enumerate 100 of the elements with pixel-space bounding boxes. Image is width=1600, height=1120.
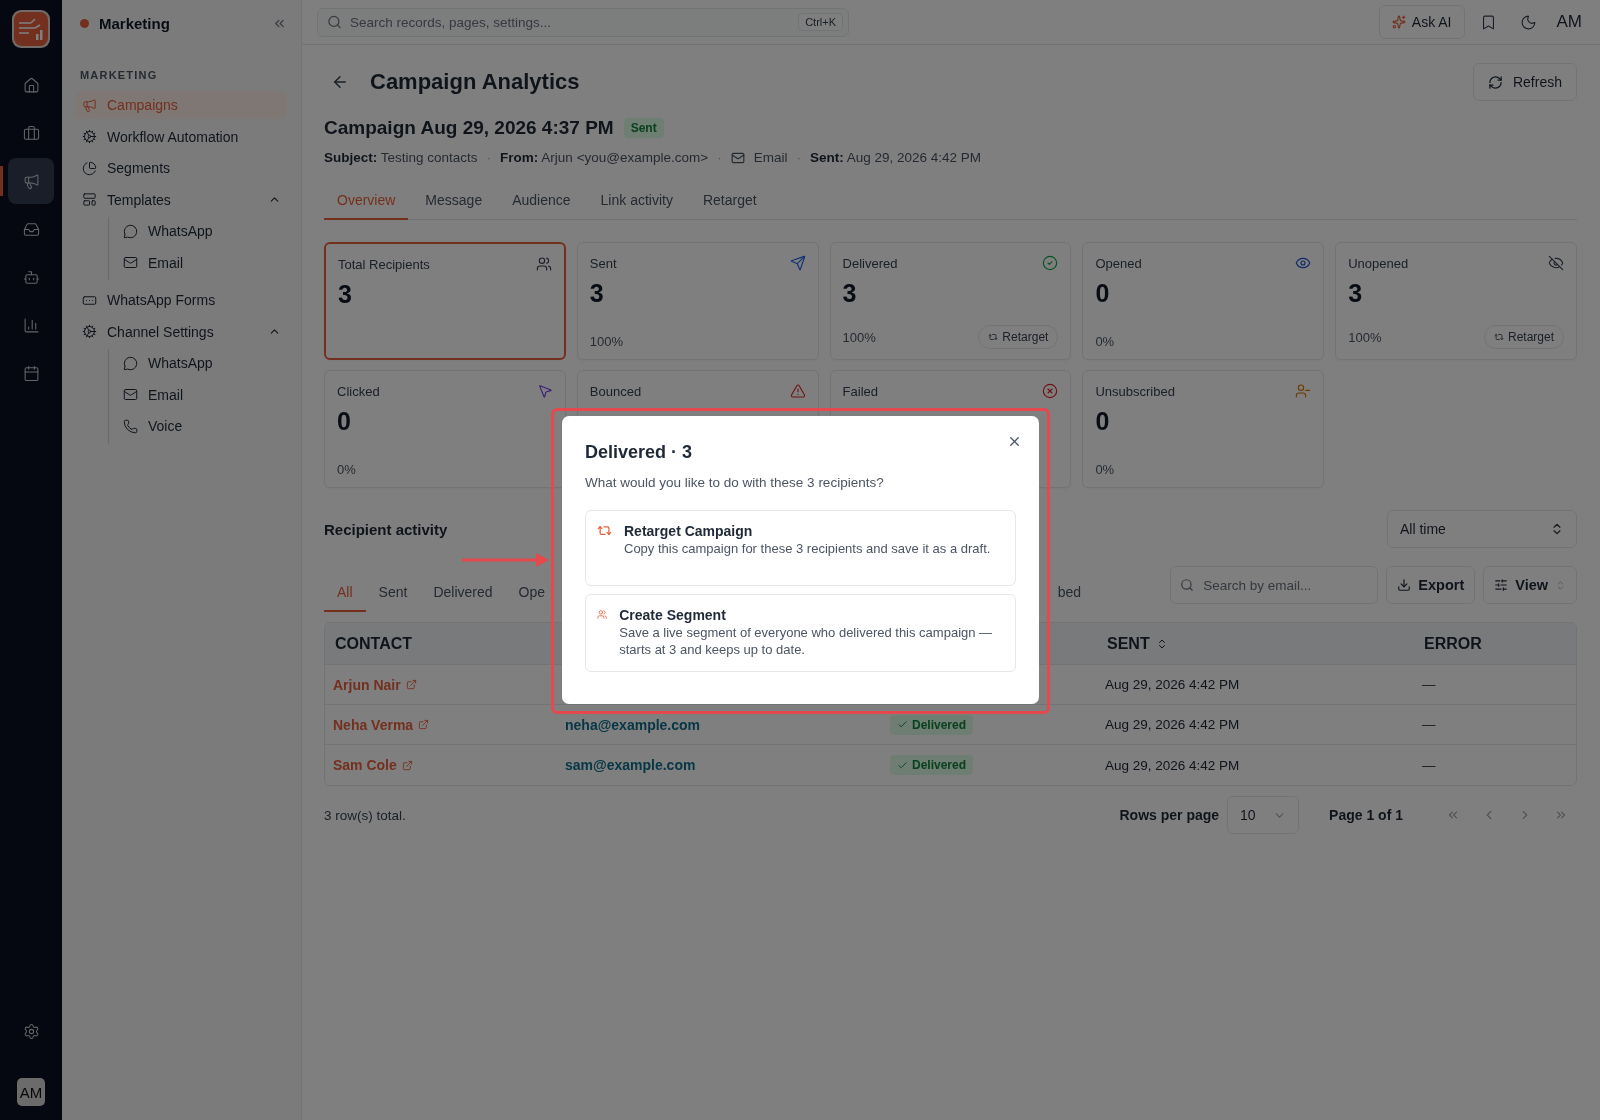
- status-badge: Delivered: [890, 755, 974, 775]
- stat-percent: 0%: [337, 462, 356, 477]
- sidebar-item[interactable]: Segments: [76, 154, 287, 182]
- eye-off-icon: [1548, 255, 1564, 271]
- send-icon: [789, 255, 806, 271]
- search-icon: [327, 14, 342, 30]
- stat-card[interactable]: Unopened 3 100% Retarget: [1335, 242, 1577, 360]
- stat-value: 3: [1348, 279, 1364, 308]
- mail-icon: [730, 150, 745, 165]
- dialog-title: Delivered · 3: [585, 442, 694, 463]
- sidebar-item[interactable]: Templates: [76, 185, 287, 214]
- stat-value: 3: [842, 279, 858, 308]
- stat-card[interactable]: Unsubscribed 0 0%: [1082, 370, 1325, 488]
- table-cell: —: [1422, 757, 1436, 773]
- dialog-option[interactable]: Create Segment Save a live segment of everyone who delivered this campaign — starts at 3 and keeps up to date.: [585, 594, 1016, 672]
- separator-dot: ·: [796, 150, 801, 165]
- filter-tab[interactable]: bed: [1044, 584, 1094, 612]
- view-button[interactable]: View: [1483, 566, 1577, 604]
- sidebar-item[interactable]: Voice: [117, 412, 287, 440]
- filter-tab[interactable]: Delivered: [420, 584, 506, 612]
- rows-per-page-select[interactable]: 10: [1227, 796, 1300, 834]
- stat-percent: 100%: [1348, 329, 1382, 345]
- date-range-select[interactable]: All time: [1387, 510, 1577, 548]
- option-description: Save a live segment of everyone who delivered this campaign — starts at 3 and keeps up to date.: [619, 625, 994, 659]
- status-badge: Delivered: [890, 714, 974, 735]
- stat-card[interactable]: Delivered 3 100% Retarget: [829, 242, 1072, 360]
- page-title: Campaign Analytics: [370, 69, 581, 95]
- stat-card[interactable]: Sent 3 100%: [576, 242, 819, 360]
- sidebar-item[interactable]: Email: [117, 380, 287, 409]
- stat-value: 0: [1095, 407, 1111, 436]
- stat-label: Clicked: [337, 383, 380, 399]
- status-dot: [80, 18, 89, 28]
- mail-icon: [123, 387, 138, 402]
- user-avatar[interactable]: AM: [17, 1078, 45, 1106]
- sliders-icon: [1494, 578, 1509, 592]
- stat-percent: 0%: [1095, 334, 1115, 349]
- email-link[interactable]: sam@example.com: [565, 757, 696, 773]
- moon-icon: [1520, 13, 1537, 31]
- stat-label: Unsubscribed: [1095, 383, 1175, 399]
- tab[interactable]: Retarget: [689, 192, 770, 220]
- table-cell: Aug 29, 2026 4:42 PM: [1105, 677, 1240, 692]
- table-cell: Aug 29, 2026 4:42 PM: [1105, 757, 1240, 773]
- export-button[interactable]: Export: [1386, 566, 1476, 604]
- layout-icon: [82, 192, 97, 207]
- filter-tab[interactable]: All: [324, 584, 366, 612]
- repeat-icon: [1493, 332, 1504, 342]
- app-logo: [12, 10, 50, 48]
- stat-label: Bounced: [589, 383, 642, 399]
- tab[interactable]: Link activity: [587, 192, 686, 220]
- sidebar-item[interactable]: WhatsApp: [117, 217, 287, 245]
- retarget-button[interactable]: Retarget: [978, 325, 1059, 349]
- meta-field: From: Arjun <you@example.com>: [500, 150, 709, 165]
- refresh-icon: [1487, 74, 1503, 90]
- contact-link[interactable]: Sam Cole: [333, 757, 413, 773]
- sparkles-icon: [1391, 15, 1406, 29]
- sidebar-item[interactable]: Campaigns: [76, 91, 287, 119]
- meta-field: Sent: Aug 29, 2026 4:42 PM: [809, 150, 982, 165]
- sidebar-item[interactable]: WhatsApp Forms: [76, 286, 287, 314]
- stat-label: Opened: [1095, 255, 1142, 271]
- email-search-field[interactable]: Search by email...: [1170, 566, 1379, 604]
- stat-value: 0: [337, 407, 352, 436]
- user-minus-icon: [1295, 383, 1312, 399]
- table-cell: —: [1422, 717, 1436, 732]
- sidebar-item[interactable]: Workflow Automation: [76, 122, 287, 151]
- stat-label: Unopened: [1348, 255, 1409, 271]
- separator-dot: ·: [486, 150, 492, 165]
- repeat-icon: [597, 523, 612, 538]
- section-title: Recipient activity: [324, 520, 448, 538]
- meta-field: Subject: Testing contacts: [324, 150, 478, 165]
- email-link[interactable]: neha@example.com: [565, 716, 701, 733]
- ask-ai-button[interactable]: Ask AI: [1378, 5, 1465, 39]
- tab[interactable]: Audience: [499, 192, 584, 220]
- stat-card[interactable]: Clicked 0 0%: [324, 370, 566, 488]
- dialog-option[interactable]: Retarget Campaign Copy this campaign for these 3 recipients and save it as a draft.: [585, 510, 1016, 586]
- contact-link[interactable]: Arjun Nair: [333, 676, 417, 693]
- stat-percent: 0%: [1095, 462, 1115, 477]
- refresh-button[interactable]: Refresh: [1472, 63, 1577, 101]
- retarget-button[interactable]: Retarget: [1483, 325, 1564, 349]
- tab[interactable]: Overview: [324, 192, 409, 220]
- rows-per-page-label: Rows per page: [1119, 807, 1220, 823]
- warning-icon: [789, 383, 806, 399]
- stat-label: Sent: [589, 255, 617, 271]
- filter-tab[interactable]: Sent: [365, 584, 421, 612]
- users-icon: [535, 256, 552, 272]
- eye-icon: [1295, 255, 1312, 271]
- column-header[interactable]: SENT: [1107, 634, 1150, 653]
- sidebar-item[interactable]: Channel Settings: [76, 317, 287, 346]
- pie-chart-icon: [82, 160, 97, 176]
- gear-icon: [82, 129, 97, 144]
- contact-link[interactable]: Neha Verma: [333, 716, 430, 733]
- table-cell: —: [1422, 677, 1436, 692]
- shortcut-hint: Ctrl+K: [798, 13, 843, 31]
- last-page-icon: [1554, 808, 1568, 822]
- stat-card[interactable]: Total Recipients 3: [324, 242, 566, 360]
- sidebar-item[interactable]: Email: [117, 248, 287, 277]
- chat-bubble-icon: [123, 223, 138, 239]
- sidebar-item[interactable]: WhatsApp: [117, 349, 287, 377]
- filter-tab[interactable]: Ope: [505, 584, 558, 612]
- stat-card[interactable]: Opened 0 0%: [1082, 242, 1325, 360]
- tab[interactable]: Message: [412, 192, 496, 220]
